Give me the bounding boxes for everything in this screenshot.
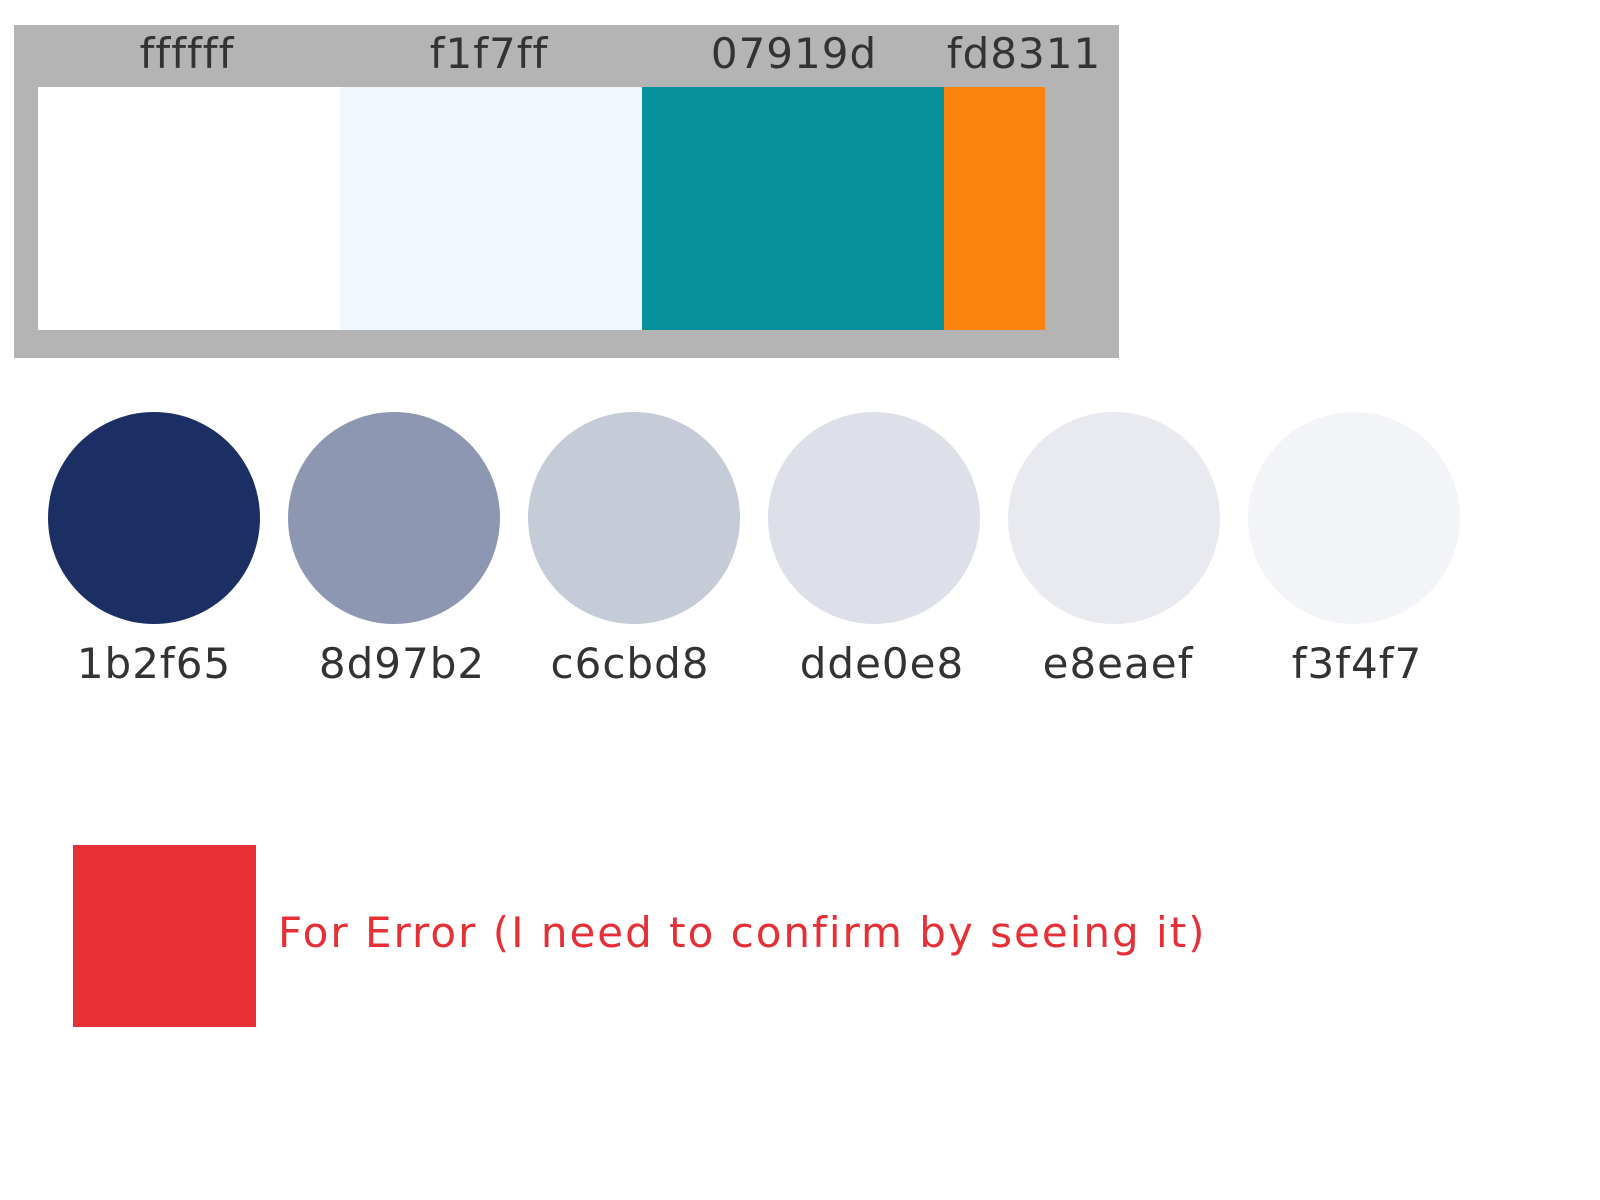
error-note: For Error (I need to confirm by seeing i… — [278, 908, 1207, 957]
color-swatch-fd8311 — [944, 87, 1045, 330]
primary-palette-panel: ffffff f1f7ff 07919d fd8311 — [14, 25, 1119, 358]
color-swatch-07919d — [642, 87, 944, 330]
circle-label-f3f4f7: f3f4f7 — [1291, 639, 1423, 688]
color-circle-dde0e8 — [768, 412, 980, 624]
swatch-label-f1f7ff: f1f7ff — [429, 29, 549, 78]
circle-label-c6cbd8: c6cbd8 — [550, 639, 710, 688]
circle-label-1b2f65: 1b2f65 — [76, 639, 232, 688]
color-swatch-ffffff — [38, 87, 340, 330]
color-circle-8d97b2 — [288, 412, 500, 624]
circle-label-e8eaef: e8eaef — [1042, 639, 1194, 688]
color-circle-e8eaef — [1008, 412, 1220, 624]
swatch-label-fd8311: fd8311 — [946, 29, 1102, 78]
error-color-swatch — [73, 845, 256, 1027]
circle-label-8d97b2: 8d97b2 — [318, 639, 486, 688]
color-circle-1b2f65 — [48, 412, 260, 624]
color-circle-c6cbd8 — [528, 412, 740, 624]
color-swatch-f1f7ff — [340, 87, 642, 330]
color-circle-f3f4f7 — [1248, 412, 1460, 624]
swatch-label-ffffff: ffffff — [139, 29, 235, 78]
swatch-label-07919d: 07919d — [710, 29, 878, 78]
circle-label-dde0e8: dde0e8 — [799, 639, 965, 688]
